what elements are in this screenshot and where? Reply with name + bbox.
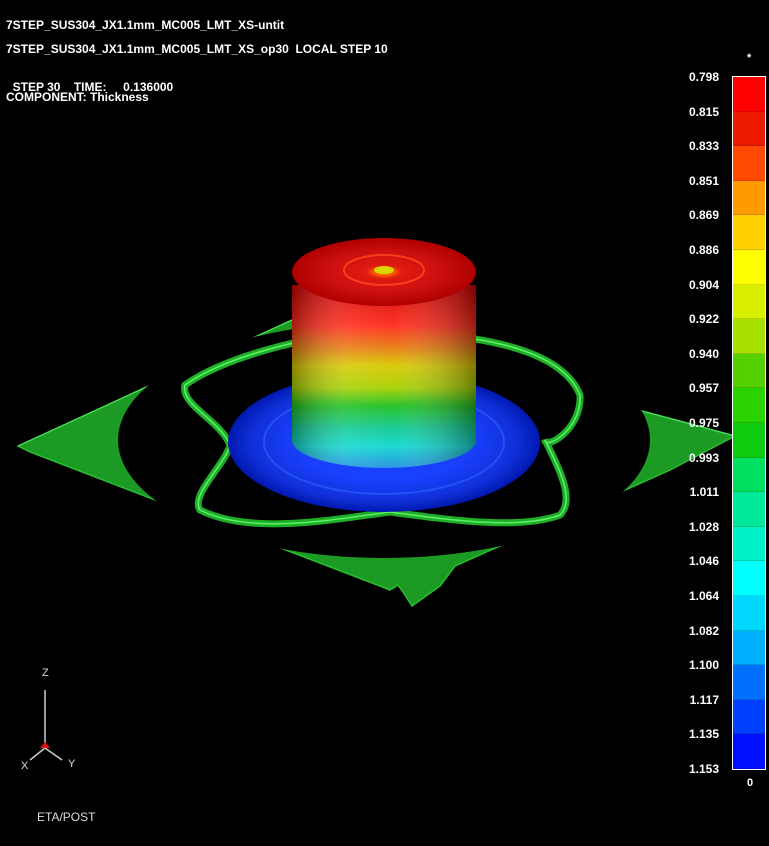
x-axis-label: X — [21, 760, 29, 772]
cup-wall-shading — [292, 285, 476, 468]
triad-origin-marker — [40, 742, 50, 748]
legend-color-cell — [733, 699, 765, 735]
brand-label: ETA/POST — [37, 810, 96, 824]
legend-color-bar — [732, 76, 766, 770]
coordinate-triad — [29, 690, 63, 761]
legend-value-label: 1.064 — [688, 589, 719, 603]
legend-color-cell — [733, 526, 765, 562]
legend-color-cell — [733, 353, 765, 389]
legend-top-marker: * — [747, 52, 752, 64]
y-axis-line — [44, 747, 63, 761]
legend-color-cell — [733, 250, 765, 285]
legend-color-cell — [733, 180, 765, 216]
legend-color-cell — [733, 111, 765, 147]
legend-color-cell — [733, 319, 765, 354]
legend-color-cell — [733, 77, 765, 112]
legend-color-cell — [733, 492, 765, 527]
legend-value-label: 0.851 — [688, 173, 719, 188]
legend-value-label: 1.011 — [689, 485, 719, 500]
legend-value-label: 0.886 — [688, 243, 719, 257]
cup-top-center — [374, 266, 394, 274]
legend-color-cell — [733, 561, 765, 596]
legend-color-cell — [733, 665, 765, 700]
legend-value-label: 1.153 — [688, 762, 719, 776]
legend-color-cell — [733, 215, 765, 250]
legend-value-label: 1.082 — [688, 623, 719, 638]
legend-color-cell — [733, 630, 765, 666]
legend-color-cell — [733, 284, 765, 320]
legend-value-label: 1.046 — [688, 554, 719, 569]
legend-value-label: 0.993 — [688, 450, 719, 465]
legend-value-label: 0.940 — [688, 346, 719, 361]
legend-value-label: 0.798 — [688, 70, 719, 84]
legend-value-label: 0.833 — [688, 139, 719, 154]
model-viewport[interactable] — [0, 0, 769, 846]
legend-color-cell — [733, 423, 765, 458]
x-axis-line — [29, 747, 46, 761]
legend-value-label: 0.922 — [688, 312, 719, 327]
legend-value-label: 1.135 — [688, 727, 719, 742]
legend-value-label: 0.957 — [688, 381, 719, 396]
legend-color-cell — [733, 596, 765, 631]
z-axis-label: Z — [42, 667, 49, 679]
legend-value-label: 0.815 — [688, 104, 719, 119]
legend-value-label: 0.975 — [688, 416, 719, 430]
legend-color-cell — [733, 457, 765, 493]
legend-color-cell — [733, 734, 765, 769]
legend-value-label: 0.904 — [688, 277, 719, 292]
legend-value-label: 1.100 — [688, 658, 719, 673]
legend-color-cell — [733, 388, 765, 423]
legend-value-label: 0.869 — [688, 208, 719, 223]
y-axis-label: Y — [68, 758, 76, 770]
legend-value-label: 1.028 — [688, 519, 719, 534]
legend-color-cell — [733, 146, 765, 181]
legend-value-label: 1.117 — [689, 692, 719, 707]
legend-bottom-marker: 0 — [747, 777, 754, 789]
